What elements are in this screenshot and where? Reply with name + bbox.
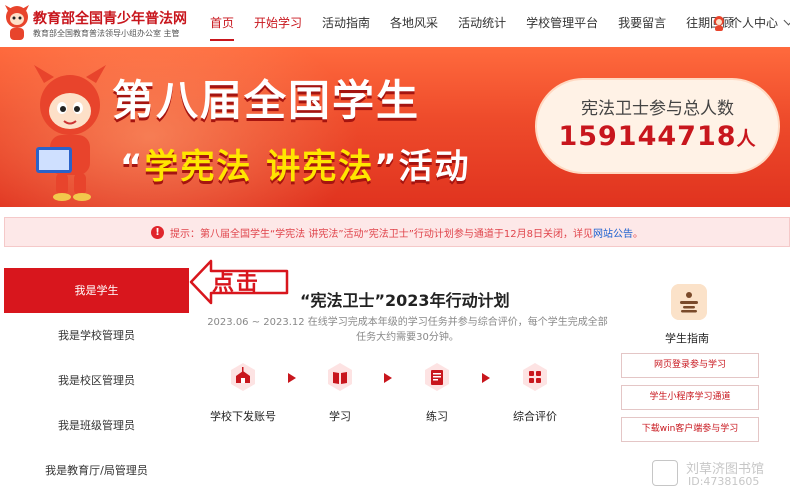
chevron-down-icon: [783, 15, 790, 26]
step-learn: 学习: [300, 362, 380, 424]
banner-highlight-a: 学宪法: [144, 147, 253, 187]
banner-quote-open: “: [120, 147, 145, 187]
student-guide-icon[interactable]: [671, 284, 707, 320]
site-header: 教育部全国青少年普法网 教育部全国教育普法领导小组办公室 主管 首页 开始学习 …: [0, 0, 790, 47]
notice-bar: ! 提示：第八届全国学生“学宪法 讲宪法”活动“宪法卫士”行动计划参与通道于12…: [4, 217, 790, 247]
nav-activity-stats[interactable]: 活动统计: [448, 0, 516, 47]
step-school-issue-account: 学校下发账号: [203, 362, 283, 424]
banner-activity-word: 活动: [398, 147, 471, 187]
notice-end: 。: [633, 228, 643, 240]
banner-title-line2: “学宪法 讲宪法”活动: [120, 139, 471, 188]
nav-leave-message[interactable]: 我要留言: [608, 0, 676, 47]
step-arrow-icon: [288, 373, 296, 383]
mascot-logo-icon[interactable]: [2, 3, 32, 43]
sidebar-item-class-admin[interactable]: 我是班级管理员: [4, 403, 189, 448]
user-center-menu[interactable]: 个人中心: [712, 14, 790, 31]
participant-count-label: 宪法卫士参与总人数: [581, 99, 734, 119]
nav-start-learning[interactable]: 开始学习: [244, 0, 312, 47]
watermark: 刘草济图书馆 ID:47381605: [652, 458, 782, 492]
site-title[interactable]: 教育部全国青少年普法网: [33, 8, 187, 28]
mascot-reading-icon: [34, 65, 106, 201]
nav-home[interactable]: 首页: [200, 0, 244, 47]
step-arrow-icon: [482, 373, 490, 383]
watermark-line2: ID:47381605: [688, 475, 760, 488]
hero-banner: 第八届全国学生 “学宪法 讲宪法”活动 宪法卫士参与总人数 159144718人: [0, 47, 790, 207]
mini-program-button[interactable]: 学生小程序学习通道: [621, 385, 759, 410]
student-guide-title: 学生指南: [665, 332, 709, 345]
download-client-button[interactable]: 下载win客户端参与学习: [621, 417, 759, 442]
sidebar-item-school-admin[interactable]: 我是学校管理员: [4, 313, 189, 358]
step-evaluation: 综合评价: [495, 362, 575, 424]
notice-text: 提示：第八届全国学生“学宪法 讲宪法”活动“宪法卫士”行动计划参与通道于12月8…: [170, 228, 593, 240]
school-icon: [231, 363, 255, 391]
participant-count-value: 159144718人: [537, 121, 778, 152]
plan-title: “宪法卫士”2023年行动计划: [300, 291, 510, 310]
main-nav: 首页 开始学习 活动指南 各地风采 活动统计 学校管理平台 我要留言 往期回顾: [200, 0, 744, 47]
notice-link[interactable]: 网站公告: [593, 225, 633, 240]
step-label-evaluation: 综合评价: [513, 410, 557, 423]
web-login-button[interactable]: 网页登录参与学习: [621, 353, 759, 378]
clipboard-icon: [425, 363, 449, 391]
grid-icon: [523, 363, 547, 391]
banner-quote-close: ”: [374, 147, 399, 187]
role-sidebar: 我是学生 我是学校管理员 我是校区管理员 我是班级管理员 我是教育厅/局管理员: [4, 268, 189, 493]
nav-school-platform[interactable]: 学校管理平台: [516, 0, 608, 47]
sidebar-item-bureau-admin[interactable]: 我是教育厅/局管理员: [4, 448, 189, 493]
sidebar-item-student[interactable]: 我是学生: [4, 268, 189, 313]
user-avatar-icon: [714, 15, 724, 31]
banner-highlight-b: 讲宪法: [266, 147, 375, 187]
nav-activity-guide[interactable]: 活动指南: [312, 0, 380, 47]
step-practice: 练习: [397, 362, 477, 424]
step-label-learn: 学习: [329, 410, 351, 423]
participant-count-number: 159144718: [558, 121, 737, 152]
book-icon: [328, 363, 352, 391]
user-center-label: 个人中心: [730, 16, 779, 30]
step-arrow-icon: [384, 373, 392, 383]
participant-count-unit: 人: [736, 128, 757, 150]
nav-regional-showcase[interactable]: 各地风采: [380, 0, 448, 47]
alert-icon: !: [151, 225, 164, 239]
watermark-logo-icon: [652, 460, 678, 486]
step-label-issue-account: 学校下发账号: [210, 410, 276, 423]
site-subtitle: 教育部全国教育普法领导小组办公室 主管: [33, 29, 180, 38]
participant-count-box: 宪法卫士参与总人数 159144718人: [535, 78, 780, 174]
plan-description: 2023.06 ~ 2023.12 在线学习完成本年级的学习任务并参与综合评价，…: [207, 317, 608, 343]
click-callout-text: 点击: [212, 271, 261, 296]
sidebar-item-campus-admin[interactable]: 我是校区管理员: [4, 358, 189, 403]
banner-title-line1: 第八届全国学生: [112, 76, 421, 125]
step-label-practice: 练习: [426, 410, 448, 423]
